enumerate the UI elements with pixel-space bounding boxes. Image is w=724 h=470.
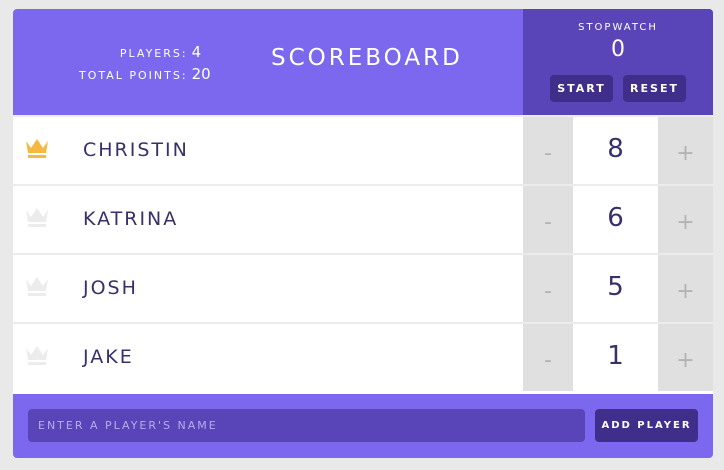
start-button[interactable]: START [550,75,613,102]
reset-button[interactable]: RESET [623,75,686,102]
stopwatch-label: STOPWATCH [578,22,658,33]
player-score: 1 [573,324,658,391]
stopwatch-time: 0 [611,37,625,62]
crown-icon [26,139,48,158]
player-score: 6 [573,186,658,253]
player-score: 5 [573,255,658,322]
player-name: JOSH [83,277,138,299]
players-label: PLAYERS: [119,47,188,60]
page-title: SCOREBOARD [271,45,463,71]
increment-button[interactable]: + [658,186,713,253]
players-stat: PLAYERS: 4 [79,41,212,63]
stopwatch: STOPWATCH 0 START RESET [523,9,713,115]
decrement-button[interactable]: - [523,324,573,391]
decrement-button[interactable]: - [523,186,573,253]
add-player-form: ADD PLAYER [13,394,713,458]
increment-button[interactable]: + [658,255,713,322]
decrement-button[interactable]: - [523,117,573,184]
increment-button[interactable]: + [658,117,713,184]
crown-icon [26,208,48,227]
increment-button[interactable]: + [658,324,713,391]
player-row: JAKE - 1 + [13,322,713,391]
points-stat: TOTAL POINTS: 20 [79,63,212,85]
stats: PLAYERS: 4 TOTAL POINTS: 20 [79,41,212,85]
player-name: JAKE [83,346,134,368]
crown-icon [26,277,48,296]
scoreboard: PLAYERS: 4 TOTAL POINTS: 20 SCOREBOARD STO… [13,9,713,458]
player-list: CHRISTIN - 8 + KATRINA - 6 + JOSH - 5 + … [13,115,713,391]
add-player-button[interactable]: ADD PLAYER [595,409,698,442]
player-row: CHRISTIN - 8 + [13,115,713,184]
points-total: 20 [191,65,211,83]
player-name: CHRISTIN [83,139,189,161]
header: PLAYERS: 4 TOTAL POINTS: 20 SCOREBOARD STO… [13,9,713,115]
player-row: KATRINA - 6 + [13,184,713,253]
decrement-button[interactable]: - [523,255,573,322]
points-label: TOTAL POINTS: [79,69,188,82]
player-row: JOSH - 5 + [13,253,713,322]
player-name: KATRINA [83,208,179,230]
player-name-input[interactable] [28,409,585,442]
players-count: 4 [191,43,202,61]
crown-icon [26,346,48,365]
player-score: 8 [573,117,658,184]
